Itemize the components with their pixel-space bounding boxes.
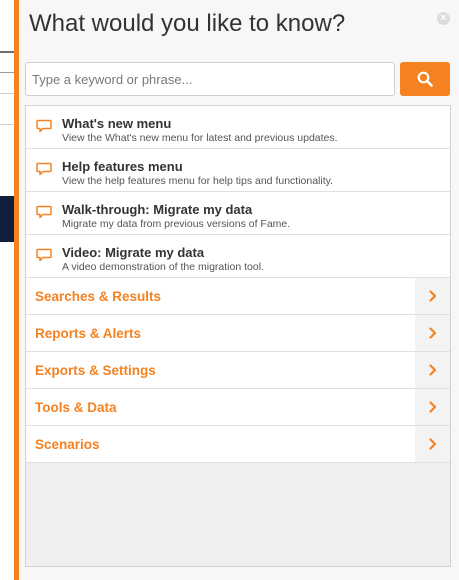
category-label: Reports & Alerts — [35, 326, 142, 341]
help-item-title: What's new menu — [62, 116, 172, 131]
category-expand-button[interactable] — [415, 352, 450, 388]
category-expand-button[interactable] — [415, 426, 450, 462]
panel-title: What would you like to know? — [29, 10, 346, 37]
speech-bubble-icon — [36, 162, 52, 176]
category-row[interactable]: Reports & Alerts — [26, 315, 450, 352]
category-row[interactable]: Searches & Results — [26, 278, 450, 315]
help-item-description: View the help features menu for help tip… — [62, 175, 334, 187]
help-items: What's new menu View the What's new menu … — [26, 106, 450, 278]
panel-footer — [19, 567, 459, 580]
category-label: Tools & Data — [35, 400, 117, 415]
help-item-title: Help features menu — [62, 159, 183, 174]
category-label: Scenarios — [35, 437, 100, 452]
category-expand-button[interactable] — [415, 389, 450, 425]
chevron-right-icon — [428, 401, 436, 413]
help-item[interactable]: Video: Migrate my data A video demonstrat… — [26, 235, 450, 278]
magnifier-icon — [417, 71, 433, 87]
search-input[interactable] — [25, 62, 395, 96]
help-panel: × What would you like to know? What's ne… — [14, 0, 459, 580]
chevron-right-icon — [428, 438, 436, 450]
search-button[interactable] — [400, 62, 450, 96]
category-label: Exports & Settings — [35, 363, 156, 378]
close-icon[interactable]: × — [437, 12, 450, 25]
help-topic-list: What's new menu View the What's new menu … — [25, 105, 451, 567]
category-row[interactable]: Scenarios — [26, 426, 450, 463]
category-row[interactable]: Tools & Data — [26, 389, 450, 426]
category-row[interactable]: Exports & Settings — [26, 352, 450, 389]
help-item-description: A video demonstration of the migration t… — [62, 261, 264, 273]
help-item-title: Video: Migrate my data — [62, 245, 205, 260]
category-expand-button[interactable] — [415, 315, 450, 351]
chevron-right-icon — [428, 327, 436, 339]
help-item[interactable]: What's new menu View the What's new menu … — [26, 106, 450, 149]
speech-bubble-icon — [36, 248, 52, 262]
help-item-description: Migrate my data from previous versions o… — [62, 218, 291, 230]
category-expand-button[interactable] — [415, 278, 450, 314]
help-item-description: View the What's new menu for latest and … — [62, 132, 338, 144]
chevron-right-icon — [428, 290, 436, 302]
category-label: Searches & Results — [35, 289, 162, 304]
category-list: Searches & Results Reports & Alerts Export… — [26, 278, 450, 463]
help-item[interactable]: Help features menu View the help features… — [26, 149, 450, 192]
speech-bubble-icon — [36, 119, 52, 133]
help-item[interactable]: Walk-through: Migrate my data Migrate my … — [26, 192, 450, 235]
help-item-title: Walk-through: Migrate my data — [62, 202, 253, 217]
speech-bubble-icon — [36, 205, 52, 219]
chevron-right-icon — [428, 364, 436, 376]
